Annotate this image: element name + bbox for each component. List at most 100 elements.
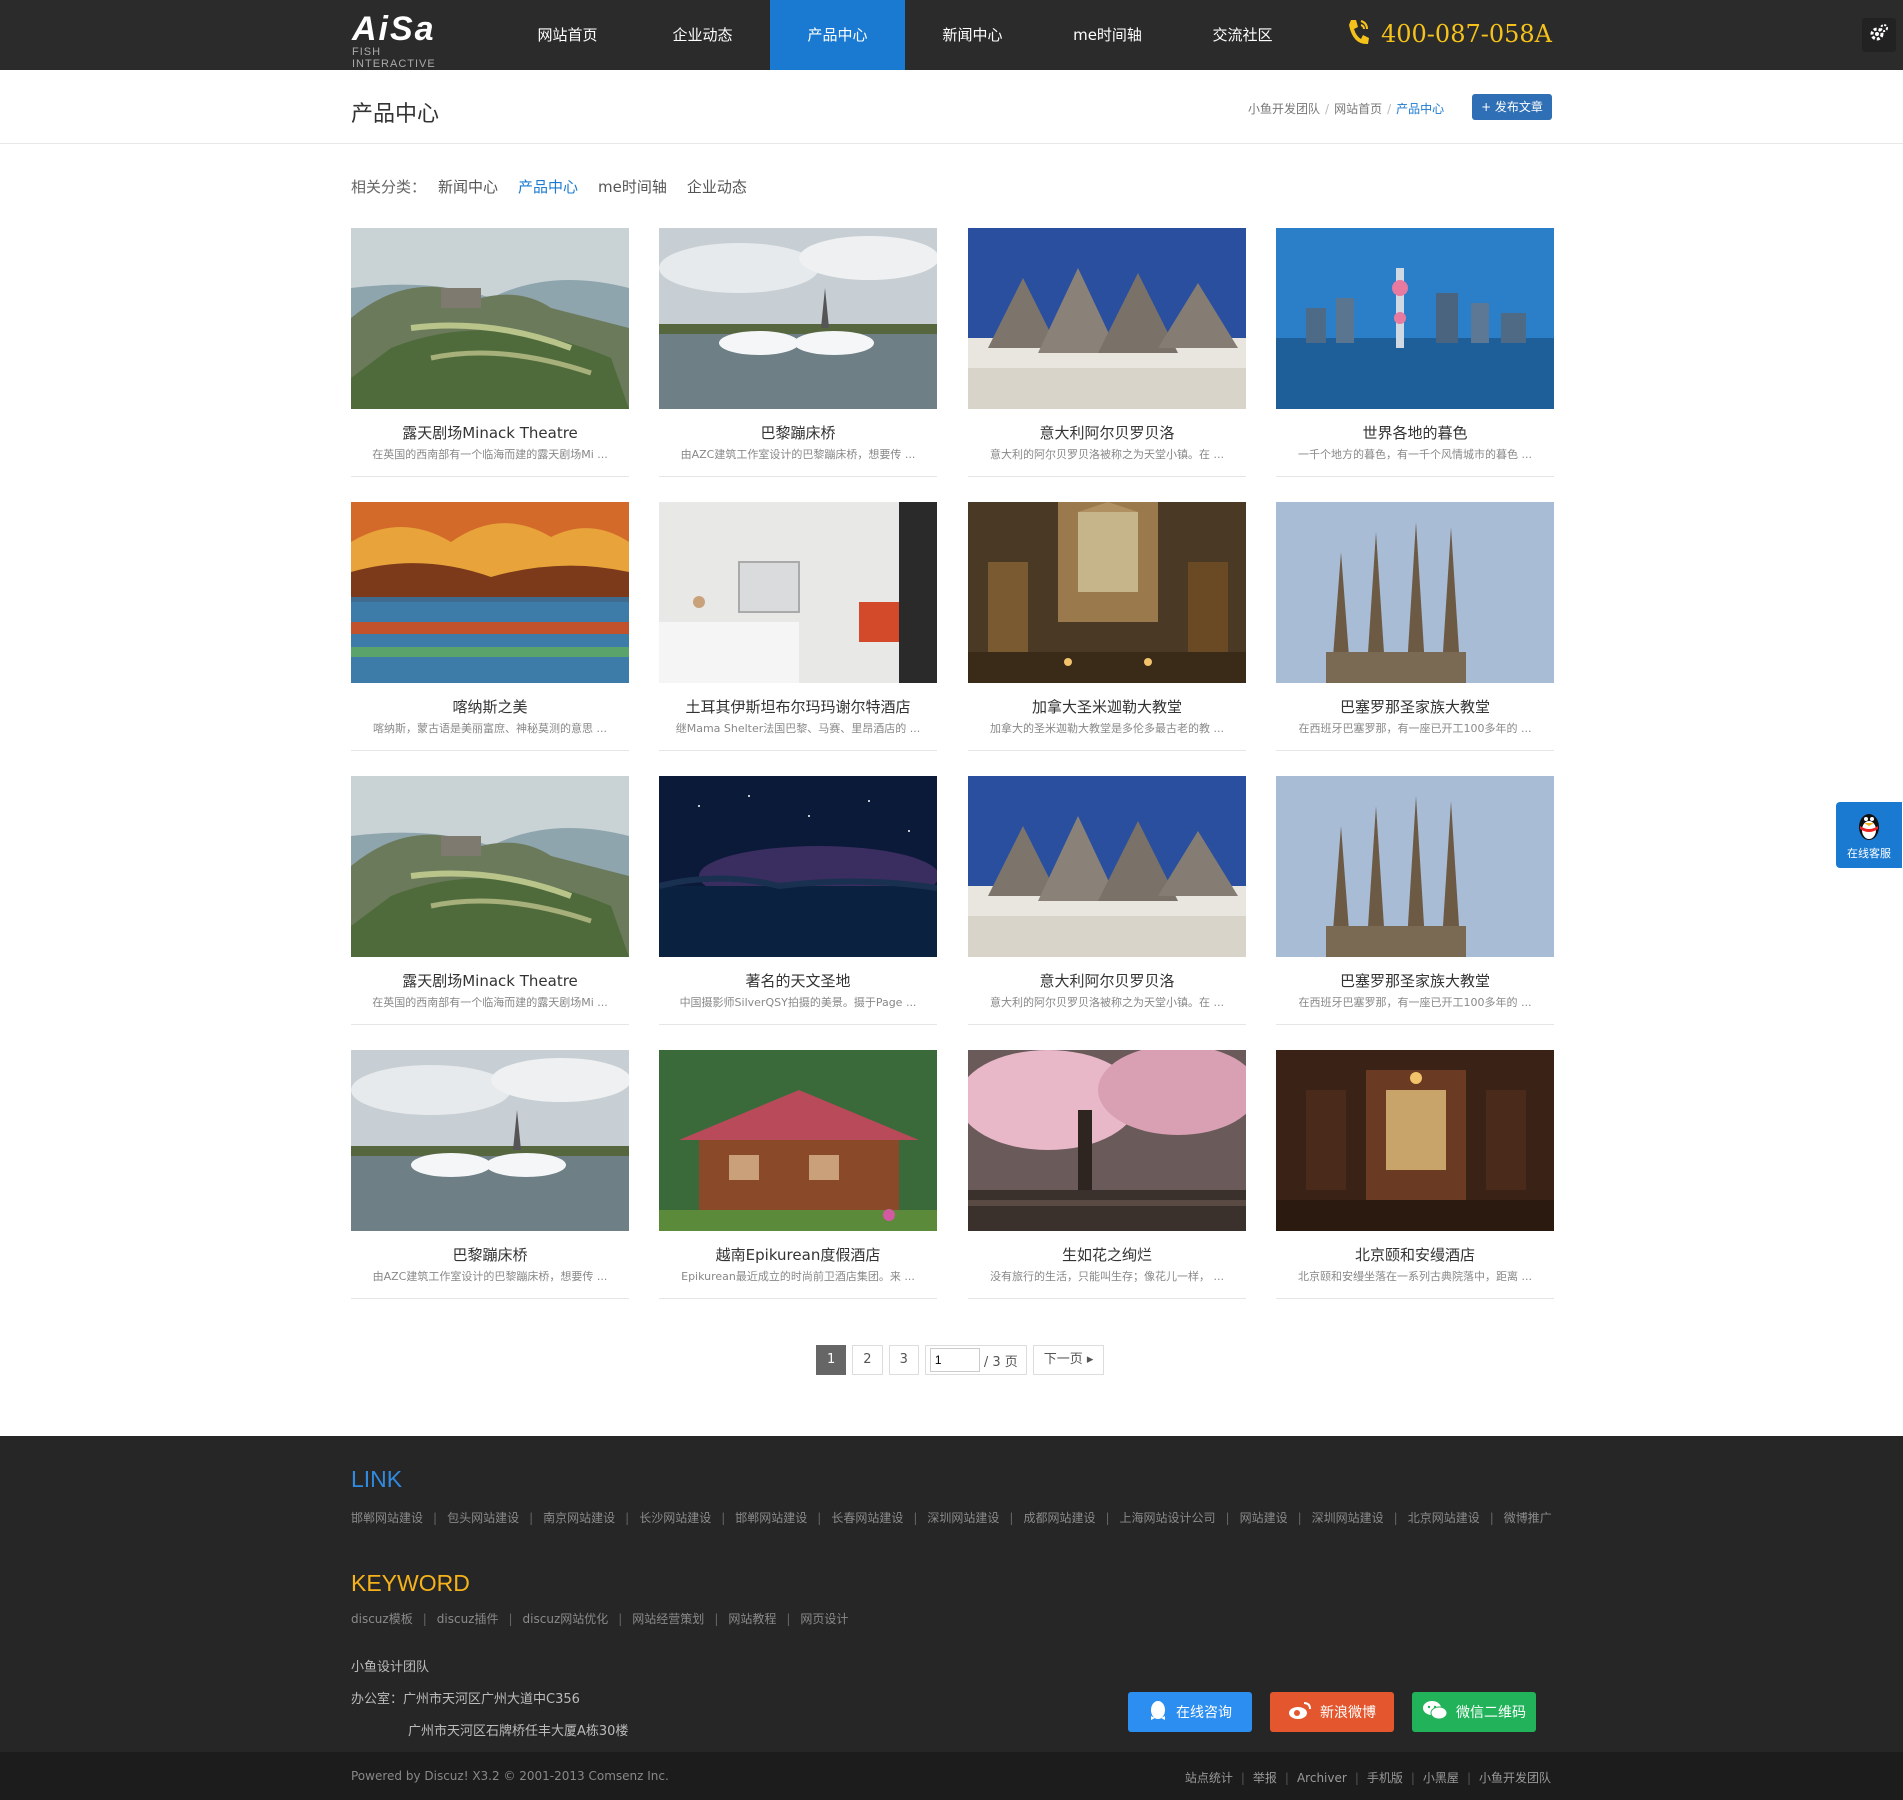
footer-contact-info: 小鱼设计团队 办公室：广州市天河区广州大道中C356 广州市天河区石牌桥任丰大厦… <box>351 1652 628 1748</box>
footer-link[interactable]: 深圳网站建设 <box>1312 1511 1384 1525</box>
nav-item-products[interactable]: 产品中心 <box>770 0 905 70</box>
product-title[interactable]: 露天剧场Minack Theatre <box>351 970 629 991</box>
footer-link[interactable]: 北京网站建设 <box>1408 1511 1480 1525</box>
product-title[interactable]: 意大利阿尔贝罗贝洛 <box>968 970 1246 991</box>
footer-link[interactable]: 深圳网站建设 <box>927 1511 999 1525</box>
breadcrumb-team[interactable]: 小鱼开发团队 <box>1248 102 1320 116</box>
footer-keyword[interactable]: discuz模板 <box>351 1612 413 1626</box>
product-card[interactable]: 生如花之绚烂 没有旅行的生活，只能叫生存；像花儿一样， ... <box>968 1050 1246 1299</box>
product-title[interactable]: 世界各地的暮色 <box>1276 422 1554 443</box>
nav-item-community[interactable]: 交流社区 <box>1175 0 1310 70</box>
product-card[interactable]: 著名的天文圣地 中国摄影师SilverQSY拍摄的美景。摄于Page ... <box>659 776 937 1025</box>
product-card[interactable]: 北京颐和安缦酒店北京颐和安缦坐落在一系列古典院落中，距离 ... <box>1276 1050 1554 1299</box>
product-thumbnail-cliff-theatre[interactable] <box>351 228 629 409</box>
product-card[interactable]: 露天剧场Minack Theatre 在英国的西南部有一个临海而建的露天剧场Mi … <box>351 776 629 1025</box>
page-2-button[interactable]: 2 <box>852 1345 883 1375</box>
product-card[interactable]: 土耳其伊斯坦布尔玛玛谢尔特酒店 继Mama Shelter法国巴黎、马赛、里昂酒店… <box>659 502 937 751</box>
product-card[interactable]: 巴黎蹦床桥 由AZC建筑工作室设计的巴黎蹦床桥，想要传 ... <box>351 1050 629 1299</box>
product-card[interactable]: 巴塞罗那圣家族大教堂 在西班牙巴塞罗那，有一座已开工100多年的 ... <box>1276 776 1554 1025</box>
footer-bottom-link[interactable]: 小黑屋 <box>1423 1771 1459 1785</box>
wechat-qrcode-button[interactable]: 微信二维码 <box>1412 1692 1536 1732</box>
category-products[interactable]: 产品中心 <box>518 176 578 197</box>
post-article-button[interactable]: + 发布文章 <box>1472 94 1552 120</box>
footer-keyword[interactable]: 网站经营策划 <box>632 1612 704 1626</box>
category-news[interactable]: 新闻中心 <box>438 176 498 197</box>
product-card[interactable]: 越南Epikurean度假酒店 Epikurean最近成立的时尚前卫酒店集团。来 … <box>659 1050 937 1299</box>
online-service-float[interactable]: 在线客服 <box>1836 802 1902 868</box>
product-card[interactable]: 意大利阿尔贝罗贝洛 意大利的阿尔贝罗贝洛被称之为天堂小镇。在 ... <box>968 776 1246 1025</box>
footer-keyword[interactable]: discuz插件 <box>437 1612 499 1626</box>
product-title[interactable]: 巴塞罗那圣家族大教堂 <box>1276 970 1554 991</box>
product-title[interactable]: 著名的天文圣地 <box>659 970 937 991</box>
product-card[interactable]: 巴塞罗那圣家族大教堂 在西班牙巴塞罗那，有一座已开工100多年的 ... <box>1276 502 1554 751</box>
footer-link[interactable]: 包头网站建设 <box>447 1511 519 1525</box>
page-1-button[interactable]: 1 <box>816 1345 847 1375</box>
product-thumbnail-chinese-interior[interactable] <box>1276 1050 1554 1231</box>
product-card[interactable]: 喀纳斯之美 喀纳斯，蒙古语是美丽富庶、神秘莫测的意思 ... <box>351 502 629 751</box>
product-title[interactable]: 土耳其伊斯坦布尔玛玛谢尔特酒店 <box>659 696 937 717</box>
footer-bottom-link[interactable]: 站点统计 <box>1185 1771 1233 1785</box>
product-card[interactable]: 巴黎蹦床桥 由AZC建筑工作室设计的巴黎蹦床桥，想要传 ... <box>659 228 937 477</box>
footer-link[interactable]: 南京网站建设 <box>543 1511 615 1525</box>
product-card[interactable]: 意大利阿尔贝罗贝洛 意大利的阿尔贝罗贝洛被称之为天堂小镇。在 ... <box>968 228 1246 477</box>
site-logo[interactable]: AiSa FISH INTERACTIVE <box>352 12 462 70</box>
product-thumbnail-wood-lodge[interactable] <box>659 1050 937 1231</box>
category-company[interactable]: 企业动态 <box>687 176 747 197</box>
nav-item-timeline[interactable]: me时间轴 <box>1040 0 1175 70</box>
product-thumbnail-cherry-blossom[interactable] <box>968 1050 1246 1231</box>
category-timeline[interactable]: me时间轴 <box>598 176 667 197</box>
footer-bottom-link[interactable]: Archiver <box>1297 1771 1347 1785</box>
footer-keyword[interactable]: 网页设计 <box>800 1612 848 1626</box>
footer-bottom-link[interactable]: 举报 <box>1253 1771 1277 1785</box>
footer-link[interactable]: 网站建设 <box>1240 1511 1288 1525</box>
page-3-button[interactable]: 3 <box>888 1345 919 1375</box>
breadcrumb-current[interactable]: 产品中心 <box>1396 102 1444 116</box>
product-title[interactable]: 加拿大圣米迦勒大教堂 <box>968 696 1246 717</box>
footer-link[interactable]: 上海网站设计公司 <box>1120 1511 1216 1525</box>
footer-link[interactable]: 邯郸网站建设 <box>735 1511 807 1525</box>
product-title[interactable]: 意大利阿尔贝罗贝洛 <box>968 422 1246 443</box>
page-jump-input[interactable] <box>929 1348 980 1372</box>
product-description: 北京颐和安缦坐落在一系列古典院落中，距离 ... <box>1298 1270 1532 1283</box>
product-title[interactable]: 北京颐和安缦酒店 <box>1276 1244 1554 1265</box>
footer-link[interactable]: 长春网站建设 <box>831 1511 903 1525</box>
nav-item-home[interactable]: 网站首页 <box>500 0 635 70</box>
product-thumbnail-trulli-houses[interactable] <box>968 776 1246 957</box>
next-page-button[interactable]: 下一页 ▸ <box>1032 1345 1105 1375</box>
product-thumbnail-starry-night[interactable] <box>659 776 937 957</box>
product-title[interactable]: 越南Epikurean度假酒店 <box>659 1244 937 1265</box>
product-card[interactable]: 世界各地的暮色 一千个地方的暮色，有一千个风情城市的暮色 ... <box>1276 228 1554 477</box>
nav-item-news[interactable]: 新闻中心 <box>905 0 1040 70</box>
product-title[interactable]: 生如花之绚烂 <box>968 1244 1246 1265</box>
product-title[interactable]: 喀纳斯之美 <box>351 696 629 717</box>
footer-keyword[interactable]: discuz网站优化 <box>523 1612 609 1626</box>
product-thumbnail-trampoline-bridge[interactable] <box>351 1050 629 1231</box>
settings-gear-button[interactable] <box>1862 18 1896 52</box>
product-thumbnail-city-dusk[interactable] <box>1276 228 1554 409</box>
online-consult-button[interactable]: 在线咨询 <box>1128 1692 1252 1732</box>
product-title[interactable]: 巴黎蹦床桥 <box>659 422 937 443</box>
footer-keyword[interactable]: 网站教程 <box>728 1612 776 1626</box>
footer-bottom-link[interactable]: 小鱼开发团队 <box>1479 1771 1551 1785</box>
product-card[interactable]: 露天剧场Minack Theatre 在英国的西南部有一个临海而建的露天剧场Mi … <box>351 228 629 477</box>
product-thumbnail-sagrada-familia[interactable] <box>1276 776 1554 957</box>
product-thumbnail-hotel-room[interactable] <box>659 502 937 683</box>
product-thumbnail-sagrada-familia[interactable] <box>1276 502 1554 683</box>
footer-link[interactable]: 邯郸网站建设 <box>351 1511 423 1525</box>
product-card[interactable]: 加拿大圣米迦勒大教堂 加拿大的圣米迦勒大教堂是多伦多最古老的教 ... <box>968 502 1246 751</box>
product-title[interactable]: 巴黎蹦床桥 <box>351 1244 629 1265</box>
footer-bottom-link[interactable]: 手机版 <box>1367 1771 1403 1785</box>
product-thumbnail-cliff-theatre[interactable] <box>351 776 629 957</box>
footer-link[interactable]: 长沙网站建设 <box>639 1511 711 1525</box>
product-thumbnail-trulli-houses[interactable] <box>968 228 1246 409</box>
product-thumbnail-trampoline-bridge[interactable] <box>659 228 937 409</box>
breadcrumb-home[interactable]: 网站首页 <box>1334 102 1382 116</box>
footer-link[interactable]: 成都网站建设 <box>1023 1511 1095 1525</box>
sina-weibo-button[interactable]: 新浪微博 <box>1270 1692 1394 1732</box>
product-thumbnail-cathedral-interior[interactable] <box>968 502 1246 683</box>
product-title[interactable]: 露天剧场Minack Theatre <box>351 422 629 443</box>
footer-link[interactable]: 微博推广 <box>1504 1511 1552 1525</box>
nav-item-company-news[interactable]: 企业动态 <box>635 0 770 70</box>
product-title[interactable]: 巴塞罗那圣家族大教堂 <box>1276 696 1554 717</box>
product-thumbnail-autumn-lake[interactable] <box>351 502 629 683</box>
